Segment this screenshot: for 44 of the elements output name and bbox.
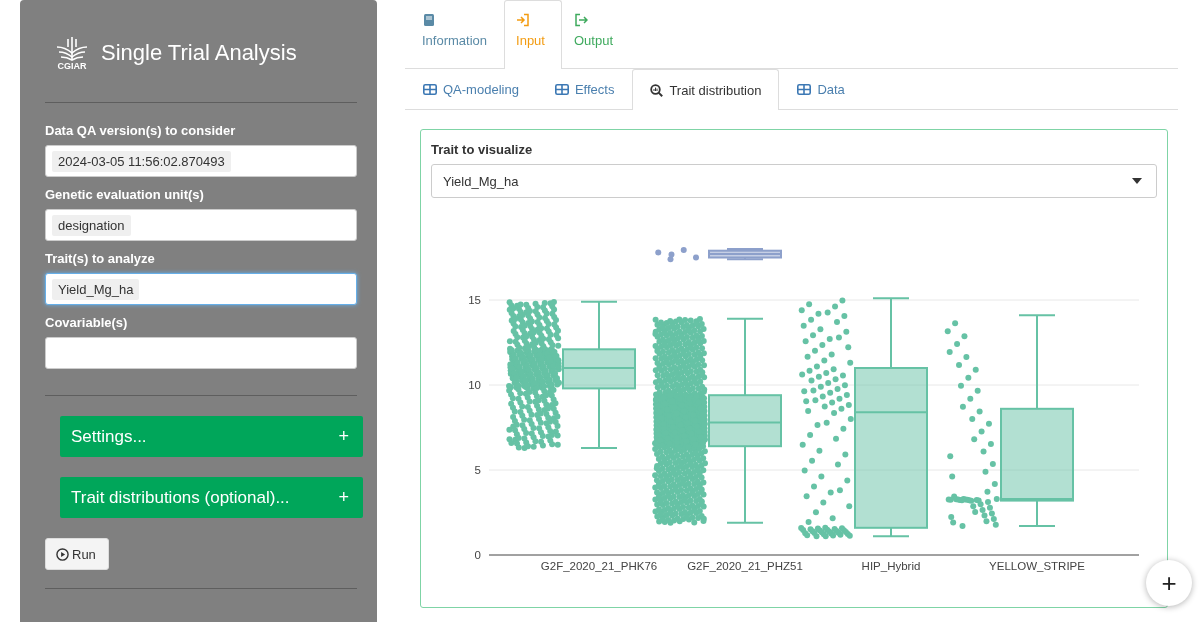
y-tick-label: 15 [468,294,481,306]
x-category-label: HIP_Hybrid [861,560,921,572]
app-title: Single Trial Analysis [101,40,297,66]
select-field[interactable]: Yield_Mg_ha [45,273,357,305]
select-field[interactable]: 2024-03-05 11:56:02.870493 [45,145,357,177]
sign-out-icon [573,13,588,27]
sub-tab[interactable]: Effects [536,69,633,109]
collapsible-header[interactable]: Settings... + [60,416,363,457]
select-field[interactable] [45,337,357,369]
y-tick-label: 0 [474,549,481,561]
logo-text: CGIAR [57,61,87,71]
field-label: Trait(s) to analyze [45,251,156,266]
main-tab[interactable]: Output [561,0,630,68]
main-tab[interactable]: Information [410,0,505,68]
x-category-label: YELLOW_STRIPE [989,560,1085,572]
field-label: Covariable(s) [45,315,129,330]
field-label: Genetic evaluation unit(s) [45,187,205,202]
y-tick-label: 10 [468,379,481,391]
book-icon [422,13,436,27]
field-label: Trait to visualize [431,142,534,157]
sub-tab[interactable]: Data [779,69,863,109]
point-cloud-drawing [655,247,699,263]
table-icon [554,84,569,95]
x-category-label: G2F_2020_21_PHZ51 [687,560,803,572]
table-icon [797,84,812,95]
search-chart-icon [650,83,664,97]
selected-chip: 2024-03-05 11:56:02.870493 [52,150,231,172]
sub-tab[interactable]: QA-modeling [405,69,537,109]
trait-dropdown[interactable]: Yield_Mg_ha [431,164,1157,198]
caret-down-icon [1132,178,1142,184]
sign-in-icon [516,13,531,27]
run-button[interactable]: Run [45,538,109,570]
collapsible-header[interactable]: Trait distributions (optional)... + [60,477,363,518]
table-icon [423,84,437,95]
selected-chip: Yield_Mg_ha [52,278,140,300]
y-tick-label: 5 [474,464,481,476]
select-field[interactable]: designation [45,209,357,241]
sub-tab[interactable]: Trait distribution [632,69,780,110]
x-category-label: G2F_2020_21_PHK76 [540,560,658,572]
play-circle-icon [56,547,69,561]
wheat-logo-icon [55,35,89,61]
selected-chip: designation [52,214,131,236]
field-label: Data QA version(s) to consider [45,123,237,138]
add-button[interactable]: + [1146,560,1192,606]
